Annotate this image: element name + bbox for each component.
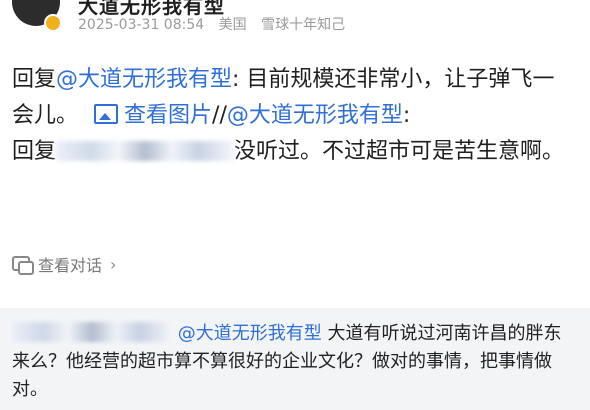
post-timestamp: 2025-03-31 08:54 — [78, 17, 205, 33]
verified-badge — [44, 14, 62, 32]
post-source: 雪球十年知己 — [261, 17, 346, 33]
quoted-text: @大道无形我有型 大道有听说过河南许昌的胖东来么？他经营的超市算不算很好的企业文… — [12, 320, 578, 404]
reply-prefix: 回复 — [12, 67, 57, 92]
mention-link[interactable]: @大道无形我有型 — [56, 67, 232, 92]
view-conversation-button[interactable]: 查看对话 › — [12, 252, 116, 276]
separator: // — [212, 103, 227, 128]
content-text: : — [402, 103, 411, 128]
redacted-user — [12, 322, 172, 342]
post-header: 大道无形我有型 2025-03-31 08:54 美国 雪球十年知己 — [0, 0, 590, 40]
view-images-link[interactable]: 查看图片 — [124, 103, 212, 128]
chevron-right-icon: › — [110, 254, 117, 274]
redacted-mention — [56, 141, 235, 161]
mention-link[interactable]: @大道无形我有型 — [178, 323, 322, 344]
mention-link[interactable]: @大道无形我有型 — [227, 103, 403, 128]
post-meta: 2025-03-31 08:54 美国 雪球十年知己 — [78, 14, 355, 34]
quoted-comment[interactable]: @大道无形我有型 大道有听说过河南许昌的胖东来么？他经营的超市算不算很好的企业文… — [0, 308, 590, 410]
view-conversation-label: 查看对话 — [38, 256, 103, 275]
reply-prefix: 回复 — [12, 139, 57, 164]
post-location: 美国 — [218, 17, 247, 33]
content-text: 没听过。不过超市可是苦生意啊。 — [234, 139, 565, 164]
conversation-icon — [12, 256, 34, 275]
image-icon[interactable] — [94, 104, 119, 124]
post-content: 回复@大道无形我有型: 目前规模还非常小，让子弹飞一会儿。 查看图片//@大道无形… — [12, 62, 572, 170]
